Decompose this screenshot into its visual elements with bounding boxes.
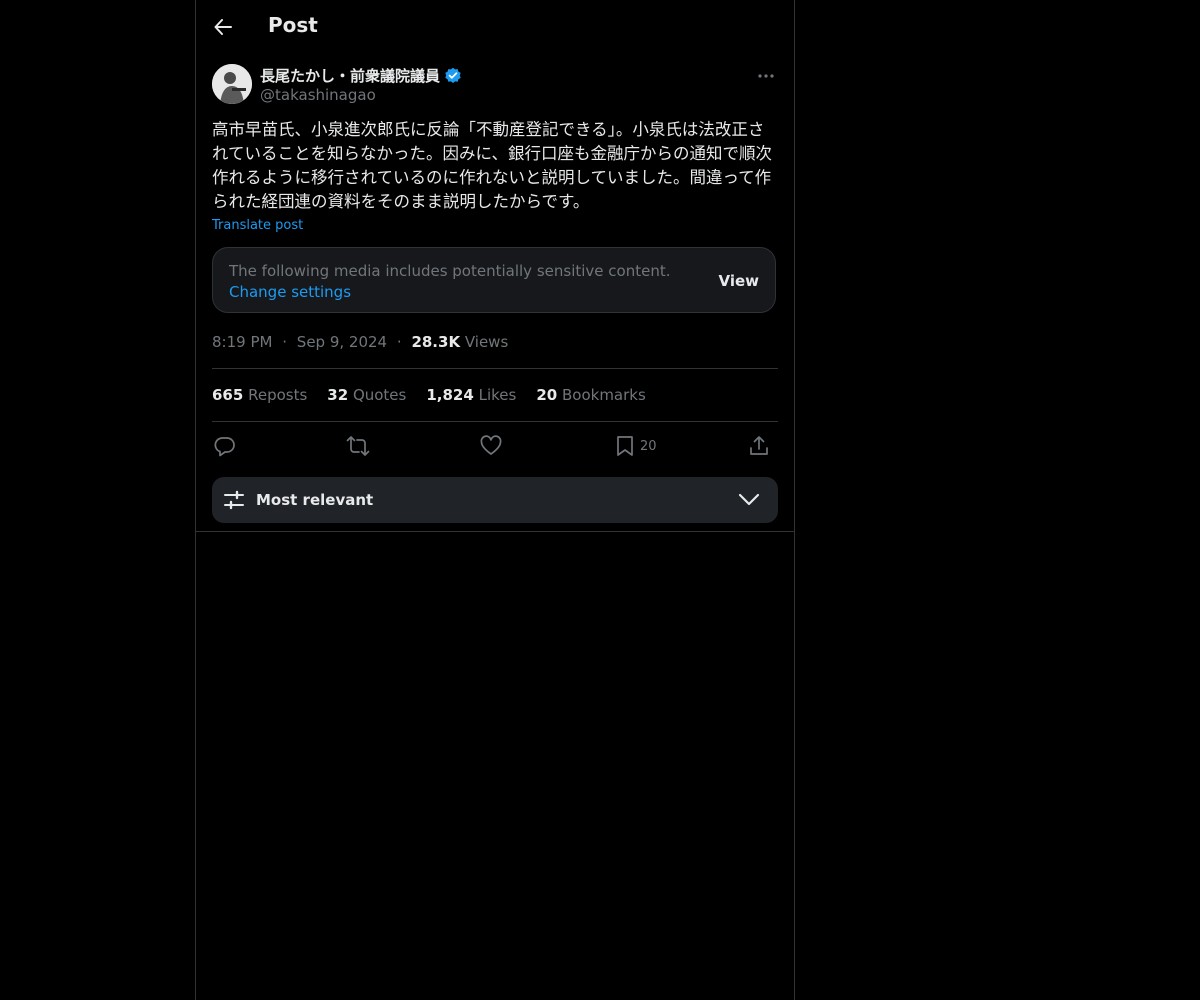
bookmark-button[interactable]: 20 <box>616 432 657 460</box>
post-time[interactable]: 8:19 PM <box>212 333 272 351</box>
bookmark-icon <box>617 436 633 456</box>
verified-badge-icon <box>445 67 461 83</box>
display-name[interactable]: 長尾たかし・前衆議院議員 <box>260 65 462 86</box>
translate-post-link[interactable]: Translate post <box>212 218 303 233</box>
views-label: Views <box>464 333 509 351</box>
meta-separator: · <box>396 333 402 351</box>
bookmark-count: 20 <box>640 438 657 454</box>
page-header: Post <box>196 0 794 54</box>
likes-label: Likes <box>478 386 517 404</box>
divider <box>212 421 778 422</box>
bookmarks-count: 20 <box>536 386 558 404</box>
repost-button[interactable] <box>346 432 370 460</box>
post-author: 長尾たかし・前衆議院議員 @takashinagao <box>212 64 778 106</box>
display-name-text: 長尾たかし・前衆議院議員 <box>260 67 441 85</box>
change-settings-link[interactable]: Change settings <box>229 283 351 301</box>
user-handle[interactable]: @takashinagao <box>260 86 376 104</box>
sort-label: Most relevant <box>256 491 374 509</box>
divider <box>212 368 778 369</box>
reply-sort-dropdown[interactable]: Most relevant <box>212 477 778 523</box>
avatar[interactable] <box>212 64 252 104</box>
repost-icon <box>346 436 370 456</box>
sensitive-notice: The following media includes potentially… <box>229 261 709 303</box>
more-horizontal-icon <box>758 74 774 78</box>
reposts-count: 665 <box>212 386 244 404</box>
page-title: Post <box>268 13 318 37</box>
sensitive-media-warning: The following media includes potentially… <box>212 247 776 313</box>
likes-stat[interactable]: 1,824 Likes <box>426 386 516 404</box>
post-date[interactable]: Sep 9, 2024 <box>297 333 387 351</box>
arrow-left-icon <box>214 19 232 35</box>
sensitive-notice-text: The following media includes potentially… <box>229 262 671 280</box>
action-bar: 20 <box>212 432 778 460</box>
more-options-button[interactable] <box>754 66 778 86</box>
sliders-icon <box>224 490 244 510</box>
quotes-count: 32 <box>327 386 349 404</box>
reply-icon <box>214 437 235 457</box>
bookmarks-label: Bookmarks <box>561 386 646 404</box>
share-icon <box>750 436 768 455</box>
reply-button[interactable] <box>214 432 236 460</box>
reposts-label: Reposts <box>248 386 308 404</box>
main-column: Post 長尾たかし・前衆議院議員 @takashinagao 高市早苗氏、小泉… <box>195 0 795 1000</box>
heart-icon <box>480 435 502 455</box>
share-button[interactable] <box>748 432 770 460</box>
post-meta: 8:19 PM · Sep 9, 2024 · 28.3K Views <box>212 333 508 351</box>
view-media-button[interactable]: View <box>718 272 759 290</box>
post-text: 高市早苗氏、小泉進次郎氏に反論「不動産登記できる」。小泉氏は法改正されていること… <box>212 120 773 211</box>
bookmarks-stat[interactable]: 20 Bookmarks <box>536 386 645 404</box>
meta-separator: · <box>282 333 288 351</box>
reposts-stat[interactable]: 665 Reposts <box>212 386 307 404</box>
quotes-label: Quotes <box>352 386 407 404</box>
views-count: 28.3K <box>411 333 461 351</box>
chevron-down-icon <box>738 493 760 506</box>
likes-count: 1,824 <box>426 386 474 404</box>
back-button[interactable] <box>212 14 234 40</box>
divider <box>196 531 794 532</box>
engagement-stats: 665 Reposts 32 Quotes 1,824 Likes 20 Boo… <box>212 386 646 404</box>
like-button[interactable] <box>480 432 502 460</box>
quotes-stat[interactable]: 32 Quotes <box>327 386 406 404</box>
